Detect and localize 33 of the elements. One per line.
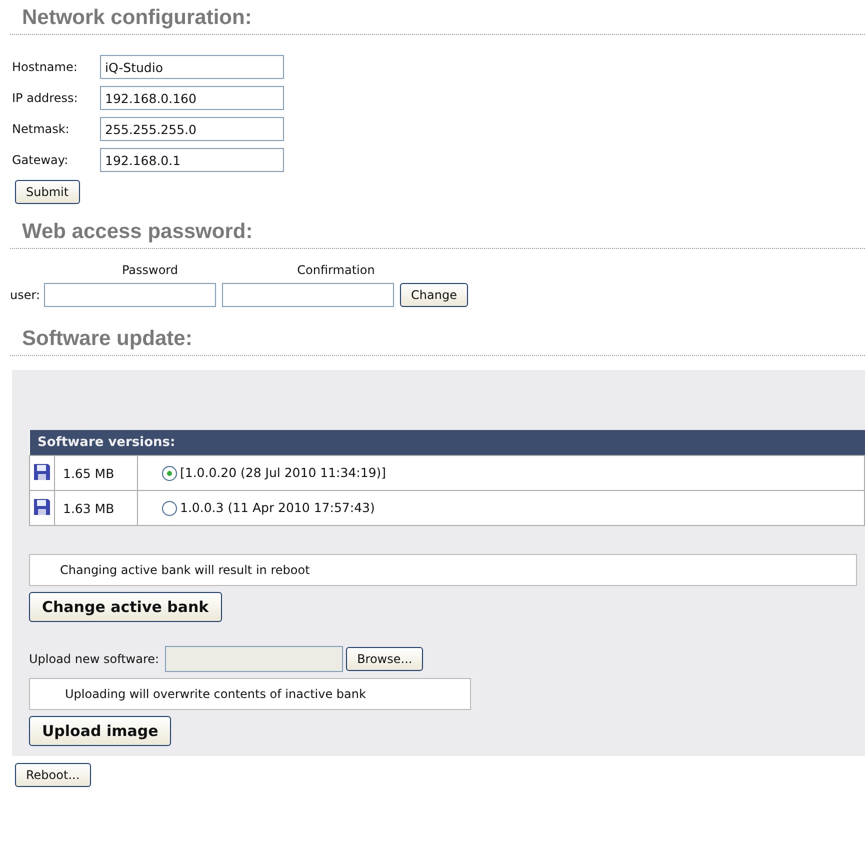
password-field[interactable] xyxy=(44,283,216,307)
field-label: Netmask: xyxy=(12,122,70,136)
table-cell: 1.65 MB xyxy=(54,456,138,490)
version-label: 1.0.0.3 (11 Apr 2010 17:57:43) xyxy=(180,500,375,515)
field-label: IP address: xyxy=(12,91,79,105)
user-label: user: xyxy=(10,288,40,302)
column-label: Confirmation xyxy=(296,263,376,277)
change-bank-button[interactable]: Change active bank xyxy=(29,592,222,622)
change-button[interactable]: Change xyxy=(400,283,468,307)
input-field[interactable]: 192.168.0.1 xyxy=(100,148,284,172)
submit-button[interactable]: Submit xyxy=(15,180,80,204)
section-heading: Web access password: xyxy=(10,214,865,249)
field-label: Hostname: xyxy=(12,60,78,74)
table-title: Software versions: xyxy=(30,430,864,456)
version-label: [1.0.0.20 (28 Jul 2010 11:34:19)] xyxy=(180,464,386,480)
field-label: Gateway: xyxy=(12,153,70,167)
upload-label: Upload new software: xyxy=(29,652,160,666)
input-field[interactable]: 192.168.0.160 xyxy=(100,86,284,110)
browse-button[interactable]: Browse... xyxy=(346,647,424,671)
input-field[interactable]: 255.255.255.0 xyxy=(100,117,284,141)
section-heading: Software update: xyxy=(10,321,865,356)
confirmation-field[interactable] xyxy=(222,283,394,307)
warning-note: Uploading will overwrite contents of inactive bank xyxy=(29,678,471,710)
radio-button[interactable] xyxy=(162,466,177,482)
file-field[interactable] xyxy=(165,646,344,672)
radio-button[interactable] xyxy=(162,501,177,516)
warning-note: Changing active bank will result in reboot xyxy=(29,554,857,586)
upload-button[interactable]: Upload image xyxy=(29,716,172,746)
section-heading: Network configuration: xyxy=(10,0,865,35)
reboot-button[interactable]: Reboot... xyxy=(15,763,91,787)
input-field[interactable]: iQ-Studio xyxy=(100,55,284,79)
column-label: Password xyxy=(120,263,180,277)
table-cell: 1.63 MB xyxy=(54,490,138,526)
